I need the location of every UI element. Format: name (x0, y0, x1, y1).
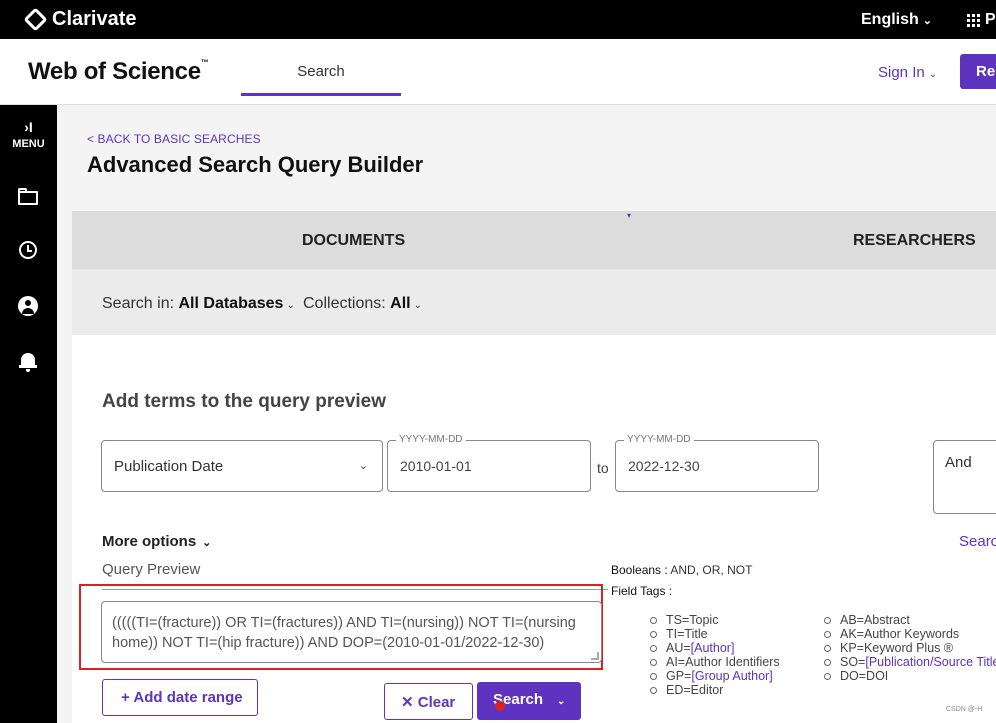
more-options-toggle[interactable]: More options ⌄ (102, 533, 211, 550)
field-tag-item: TI=Title (650, 627, 780, 641)
field-tag-item: SO=[Publication/Source Titles] (824, 655, 996, 669)
tab-indicator-icon: ▾ (627, 211, 632, 220)
from-date-value: 2010-01-01 (400, 458, 472, 474)
boolean-operator-select[interactable]: And (933, 440, 996, 514)
search-tabs: ▾ DOCUMENTS RESEARCHERS (72, 211, 996, 269)
field-tags-list-right: AB=Abstract AK=Author Keywords KP=Keywor… (824, 613, 996, 683)
sign-in-button[interactable]: Sign In ⌄ (878, 64, 937, 81)
search-in-bar: Search in: All Databases ⌄ Collections: A… (72, 269, 996, 335)
products-label: P (985, 11, 996, 28)
chevron-down-icon: ⌄ (413, 300, 422, 311)
register-button[interactable]: Re (960, 54, 996, 89)
publication-source-titles-link[interactable]: [Publication/Source Titles] (865, 655, 996, 669)
back-to-basic-searches-link[interactable]: < BACK TO BASIC SEARCHES (87, 132, 261, 146)
to-date-input[interactable]: YYYY-MM-DD 2022-12-30 (615, 434, 819, 492)
chevron-down-icon: ⌄ (922, 15, 932, 27)
collections-label: Collections: (303, 295, 386, 312)
field-tags-list-left: TS=Topic TI=Title AU=[Author] AI=Author … (650, 613, 780, 697)
author-link[interactable]: [Author] (691, 641, 735, 655)
search-in-label: Search in: (102, 295, 175, 312)
field-select[interactable]: Publication Date ⌄ (101, 440, 383, 492)
plus-icon: + (121, 689, 130, 706)
query-preview-textarea[interactable]: (((((TI=(fracture)) OR TI=(fractures)) A… (101, 601, 602, 663)
from-date-input[interactable]: YYYY-MM-DD 2010-01-01 (387, 434, 591, 492)
field-tag-item: AI=Author Identifiers (650, 655, 780, 669)
side-menu: ›I MENU (0, 105, 57, 723)
field-tag-item: ED=Editor (650, 683, 780, 697)
booleans-value: AND, OR, NOT (670, 563, 753, 577)
field-tag-item: GP=[Group Author] (650, 669, 780, 683)
booleans-label: Booleans : (611, 563, 668, 577)
user-icon[interactable] (16, 294, 40, 318)
booleans-help: Booleans : AND, OR, NOT (611, 563, 752, 577)
trademark: ™ (200, 58, 209, 67)
to-label: to (597, 460, 609, 476)
field-tag-item: AK=Author Keywords (824, 627, 996, 641)
clear-button[interactable]: ✕ Clear (384, 683, 473, 720)
query-preview-label: Query Preview (102, 561, 201, 578)
field-select-value: Publication Date (114, 458, 224, 475)
chevron-down-icon: ⌄ (358, 460, 368, 472)
search-help-link[interactable]: Searc (959, 533, 996, 550)
language-selector[interactable]: English ⌄ (861, 11, 932, 29)
from-date-placeholder: YYYY-MM-DD (396, 434, 466, 445)
clarivate-logo-icon (23, 7, 48, 32)
add-date-range-button[interactable]: + Add date range (102, 679, 258, 716)
tab-researchers[interactable]: RESEARCHERS (853, 232, 976, 250)
watermark: CSDN @-H (946, 706, 983, 713)
search-card: ▾ DOCUMENTS RESEARCHERS Search in: All D… (72, 211, 996, 723)
search-button[interactable]: Search ⌄ (477, 682, 581, 720)
top-bar: Clarivate English ⌄ P (0, 0, 996, 39)
menu-label: MENU (12, 138, 45, 150)
field-tag-item: KP=Keyword Plus ® (824, 641, 996, 655)
site-title[interactable]: Web of Science™ (28, 58, 209, 86)
chevron-down-icon: ⌄ (202, 537, 212, 549)
menu-toggle-button[interactable]: ›I MENU (0, 119, 57, 150)
language-label: English (861, 11, 919, 28)
bell-icon[interactable] (16, 350, 40, 374)
history-icon[interactable] (16, 238, 40, 262)
folder-icon[interactable] (16, 185, 40, 209)
field-tag-item: AU=[Author] (650, 641, 780, 655)
page-title: Advanced Search Query Builder (87, 152, 424, 177)
nav-tab-search[interactable]: Search (241, 39, 401, 96)
to-date-value: 2022-12-30 (628, 458, 700, 474)
chevron-down-icon: ⌄ (286, 300, 295, 311)
chevron-down-icon: ⌄ (557, 696, 566, 707)
group-author-link[interactable]: [Group Author] (691, 669, 772, 683)
search-in-selector[interactable]: Search in: All Databases ⌄ (102, 295, 295, 313)
resize-handle-icon[interactable] (591, 652, 599, 660)
to-date-placeholder: YYYY-MM-DD (624, 434, 694, 445)
cursor-marker (495, 701, 505, 711)
field-tag-item: AB=Abstract (824, 613, 996, 627)
query-preview-text: (((((TI=(fracture)) OR TI=(fractures)) A… (112, 615, 576, 651)
main-content: < BACK TO BASIC SEARCHES Advanced Search… (57, 105, 996, 723)
chevron-down-icon: ⌄ (928, 69, 938, 80)
search-in-value: All Databases (178, 295, 284, 312)
field-tag-item: TS=Topic (650, 613, 780, 627)
close-icon: ✕ (401, 694, 414, 711)
collections-value: All (390, 295, 411, 312)
grid-icon (967, 13, 980, 27)
site-header: Web of Science™ Search Sign In ⌄ Re (0, 39, 996, 105)
field-tag-item: DO=DOI (824, 669, 996, 683)
collections-selector[interactable]: Collections: All ⌄ (303, 295, 422, 313)
expand-menu-icon: ›I (24, 119, 33, 135)
field-tags-label: Field Tags : (611, 584, 673, 598)
products-menu[interactable]: P (967, 11, 996, 29)
clarivate-logo[interactable]: Clarivate (23, 7, 137, 32)
tab-documents[interactable]: DOCUMENTS (302, 232, 405, 250)
add-terms-heading: Add terms to the query preview (102, 391, 387, 412)
brand-name: Clarivate (52, 8, 137, 30)
